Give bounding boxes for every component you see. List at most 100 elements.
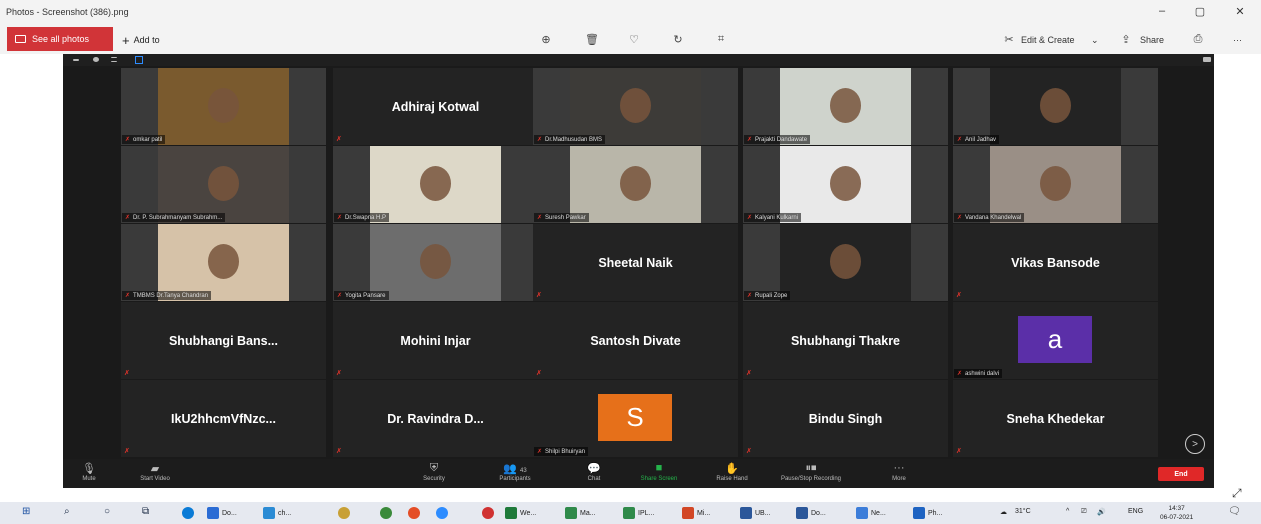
firefox-icon[interactable] xyxy=(408,507,420,519)
rotate-icon[interactable]: ↻ xyxy=(670,33,686,46)
participant-tile[interactable]: Shubhangi Thakre ✗ xyxy=(743,302,948,379)
app-label: Ne... xyxy=(871,509,886,517)
participant-tile[interactable]: Adhiraj Kotwal ✗ xyxy=(333,68,538,145)
taskbar-app-button[interactable]: Mi... xyxy=(682,505,710,521)
participant-tile[interactable]: ✗ TMBMS Dr.Tanya Chandran xyxy=(121,224,326,301)
taskbar-app-button[interactable]: IPL... xyxy=(623,505,654,521)
more-button[interactable]: ··· More xyxy=(864,462,934,482)
participant-tile[interactable]: Bindu Singh ✗ xyxy=(743,380,948,457)
taskbar-app-button[interactable]: UB... xyxy=(740,505,771,521)
chat-button[interactable]: 💬 Chat xyxy=(559,462,629,482)
participant-tile[interactable]: ✗ Yogita Pansare xyxy=(333,224,538,301)
participant-tile[interactable]: ✗ Prajakti Dandawate xyxy=(743,68,948,145)
next-page-button[interactable]: > xyxy=(1185,434,1205,454)
start-video-button[interactable]: ▰ Start Video xyxy=(120,462,190,482)
more-options-icon[interactable]: ··· xyxy=(1233,35,1242,45)
see-all-photos-button[interactable]: See all photos xyxy=(7,27,113,51)
participant-label-bar: ✗ Suresh Pawkar xyxy=(534,213,589,222)
search-icon[interactable]: ⌕ xyxy=(64,506,70,517)
participant-tile[interactable]: ✗ Suresh Pawkar xyxy=(533,146,738,223)
participant-tile[interactable]: ✗ Anil Jadhav xyxy=(953,68,1158,145)
participant-label: Vandana Khandelwal xyxy=(965,215,1022,221)
expand-icon[interactable]: ⤢ xyxy=(1232,486,1242,501)
hand-icon: ✋ xyxy=(725,463,739,475)
participant-tile[interactable]: ✗ Dr.Madhusudan BMS xyxy=(533,68,738,145)
taskbar-app-button[interactable]: Ma... xyxy=(565,505,596,521)
app-label: Do... xyxy=(811,509,826,517)
info-icon[interactable] xyxy=(93,57,99,62)
network-icon[interactable]: ⎚ xyxy=(1081,508,1087,516)
participant-tile[interactable]: Shubhangi Bans... ✗ xyxy=(121,302,326,379)
end-meeting-button[interactable]: End xyxy=(1158,467,1204,481)
app-label: Ma... xyxy=(580,509,596,517)
taskbar-app-button[interactable]: Do... xyxy=(796,505,826,521)
crop-icon[interactable]: ⌗ xyxy=(713,33,729,46)
delete-icon[interactable]: 🗑 xyxy=(584,33,600,46)
gallery-view-icon[interactable] xyxy=(135,56,143,64)
muted-mic-icon: ✗ xyxy=(336,136,342,143)
volume-icon[interactable]: 🔊 xyxy=(1097,508,1106,516)
participant-label-bar: ✗ Anil Jadhav xyxy=(954,135,1000,144)
participant-tile[interactable]: ✗ Kalyani Kulkarni xyxy=(743,146,948,223)
participant-tile[interactable]: Sheetal Naik ✗ xyxy=(533,224,738,301)
print-icon[interactable]: ⎙ xyxy=(1190,33,1206,46)
app-icon xyxy=(856,507,868,519)
windows-start-icon[interactable]: ⊞ xyxy=(22,506,30,517)
participant-tile[interactable]: ✗ Dr.Swapna H.P xyxy=(333,146,538,223)
taskbar-app-button[interactable]: Ph... xyxy=(913,505,942,521)
maximize-button[interactable]: ▢ xyxy=(1192,5,1208,18)
taskbar-app-button[interactable]: ch... xyxy=(263,505,291,521)
share-label: Share xyxy=(1140,35,1165,45)
security-button[interactable]: ⛨ Security xyxy=(399,462,469,482)
participant-tile[interactable]: ✗ Dr. P. Subrahmanyam Subrahm... xyxy=(121,146,326,223)
clock[interactable]: 14:37 06-07-2021 xyxy=(1160,504,1193,522)
clock-date: 06-07-2021 xyxy=(1160,514,1194,521)
raise-hand-button[interactable]: ✋ Raise Hand xyxy=(697,462,767,482)
taskbar-app-button[interactable]: Do... xyxy=(207,505,237,521)
participant-tile[interactable]: S ✗ Shilpi Bhuiryan xyxy=(533,380,738,457)
participant-tile[interactable]: Santosh Divate ✗ xyxy=(533,302,738,379)
participant-tile[interactable]: ✗ Vandana Khandelwal xyxy=(953,146,1158,223)
participant-label-bar: ✗ Yogita Pansare xyxy=(334,291,389,300)
participant-tile[interactable]: Sneha Khedekar ✗ xyxy=(953,380,1158,457)
participant-tile[interactable]: a ✗ ashwini dalvi xyxy=(953,302,1158,379)
mute-button[interactable]: 🎙 Mute xyxy=(54,462,124,482)
notifications-icon[interactable]: 🗨 xyxy=(1228,506,1241,517)
share-screen-button[interactable]: ■ Share Screen xyxy=(624,462,694,482)
add-to-button[interactable]: + Add to xyxy=(122,33,160,48)
fullscreen-icon[interactable] xyxy=(1203,57,1211,62)
participant-tile[interactable]: Vikas Bansode ✗ xyxy=(953,224,1158,301)
title-bar: Photos - Screenshot (386).png – ▢ ✕ xyxy=(0,0,1261,26)
participant-tile[interactable]: ✗ Rupali Zope xyxy=(743,224,948,301)
app-icon xyxy=(796,507,808,519)
participant-tile[interactable]: IkU2hhcmVfNzc... ✗ xyxy=(121,380,326,457)
task-view-icon[interactable]: ⧉ xyxy=(142,506,149,517)
minimize-button[interactable]: – xyxy=(1154,5,1170,17)
zoom-icon[interactable] xyxy=(436,507,448,519)
menu-icon[interactable] xyxy=(111,57,117,62)
taskbar-app-button[interactable]: We... xyxy=(505,505,536,521)
participant-tile[interactable]: Mohini Injar ✗ xyxy=(333,302,538,379)
share-icon: ⇪ xyxy=(1121,34,1131,46)
cortana-icon[interactable]: ○ xyxy=(104,506,110,517)
participant-tile[interactable]: Dr. Ravindra D... ✗ xyxy=(333,380,538,457)
add-to-label: Add to xyxy=(133,35,160,45)
close-button[interactable]: ✕ xyxy=(1232,5,1248,18)
pause-recording-button[interactable]: ⏸⏹ Pause/Stop Recording xyxy=(771,462,851,482)
edge-icon[interactable] xyxy=(182,507,194,519)
favorite-icon[interactable]: ♡ xyxy=(626,33,642,46)
participant-tile[interactable]: ✗ omkar patil xyxy=(121,68,326,145)
participants-button[interactable]: 👥 43 Participants xyxy=(480,462,550,482)
participant-label-bar: ✗ Kalyani Kulkarni xyxy=(744,213,802,222)
weather-text[interactable]: 31°C xyxy=(1015,508,1031,515)
opera-icon[interactable] xyxy=(482,507,494,519)
tray-chevron-icon[interactable]: ^ xyxy=(1066,508,1069,515)
weather-icon[interactable]: ☁ xyxy=(1000,508,1007,516)
zoom-icon[interactable]: ⊕ xyxy=(538,33,554,46)
store-icon[interactable] xyxy=(338,507,350,519)
taskbar-app-button[interactable]: Ne... xyxy=(856,505,886,521)
minimize-meeting-icon[interactable] xyxy=(73,59,79,61)
language-indicator[interactable]: ENG xyxy=(1128,508,1143,515)
pinned-app-icon[interactable] xyxy=(380,507,392,519)
participants-icon: 👥 43 xyxy=(503,463,527,475)
